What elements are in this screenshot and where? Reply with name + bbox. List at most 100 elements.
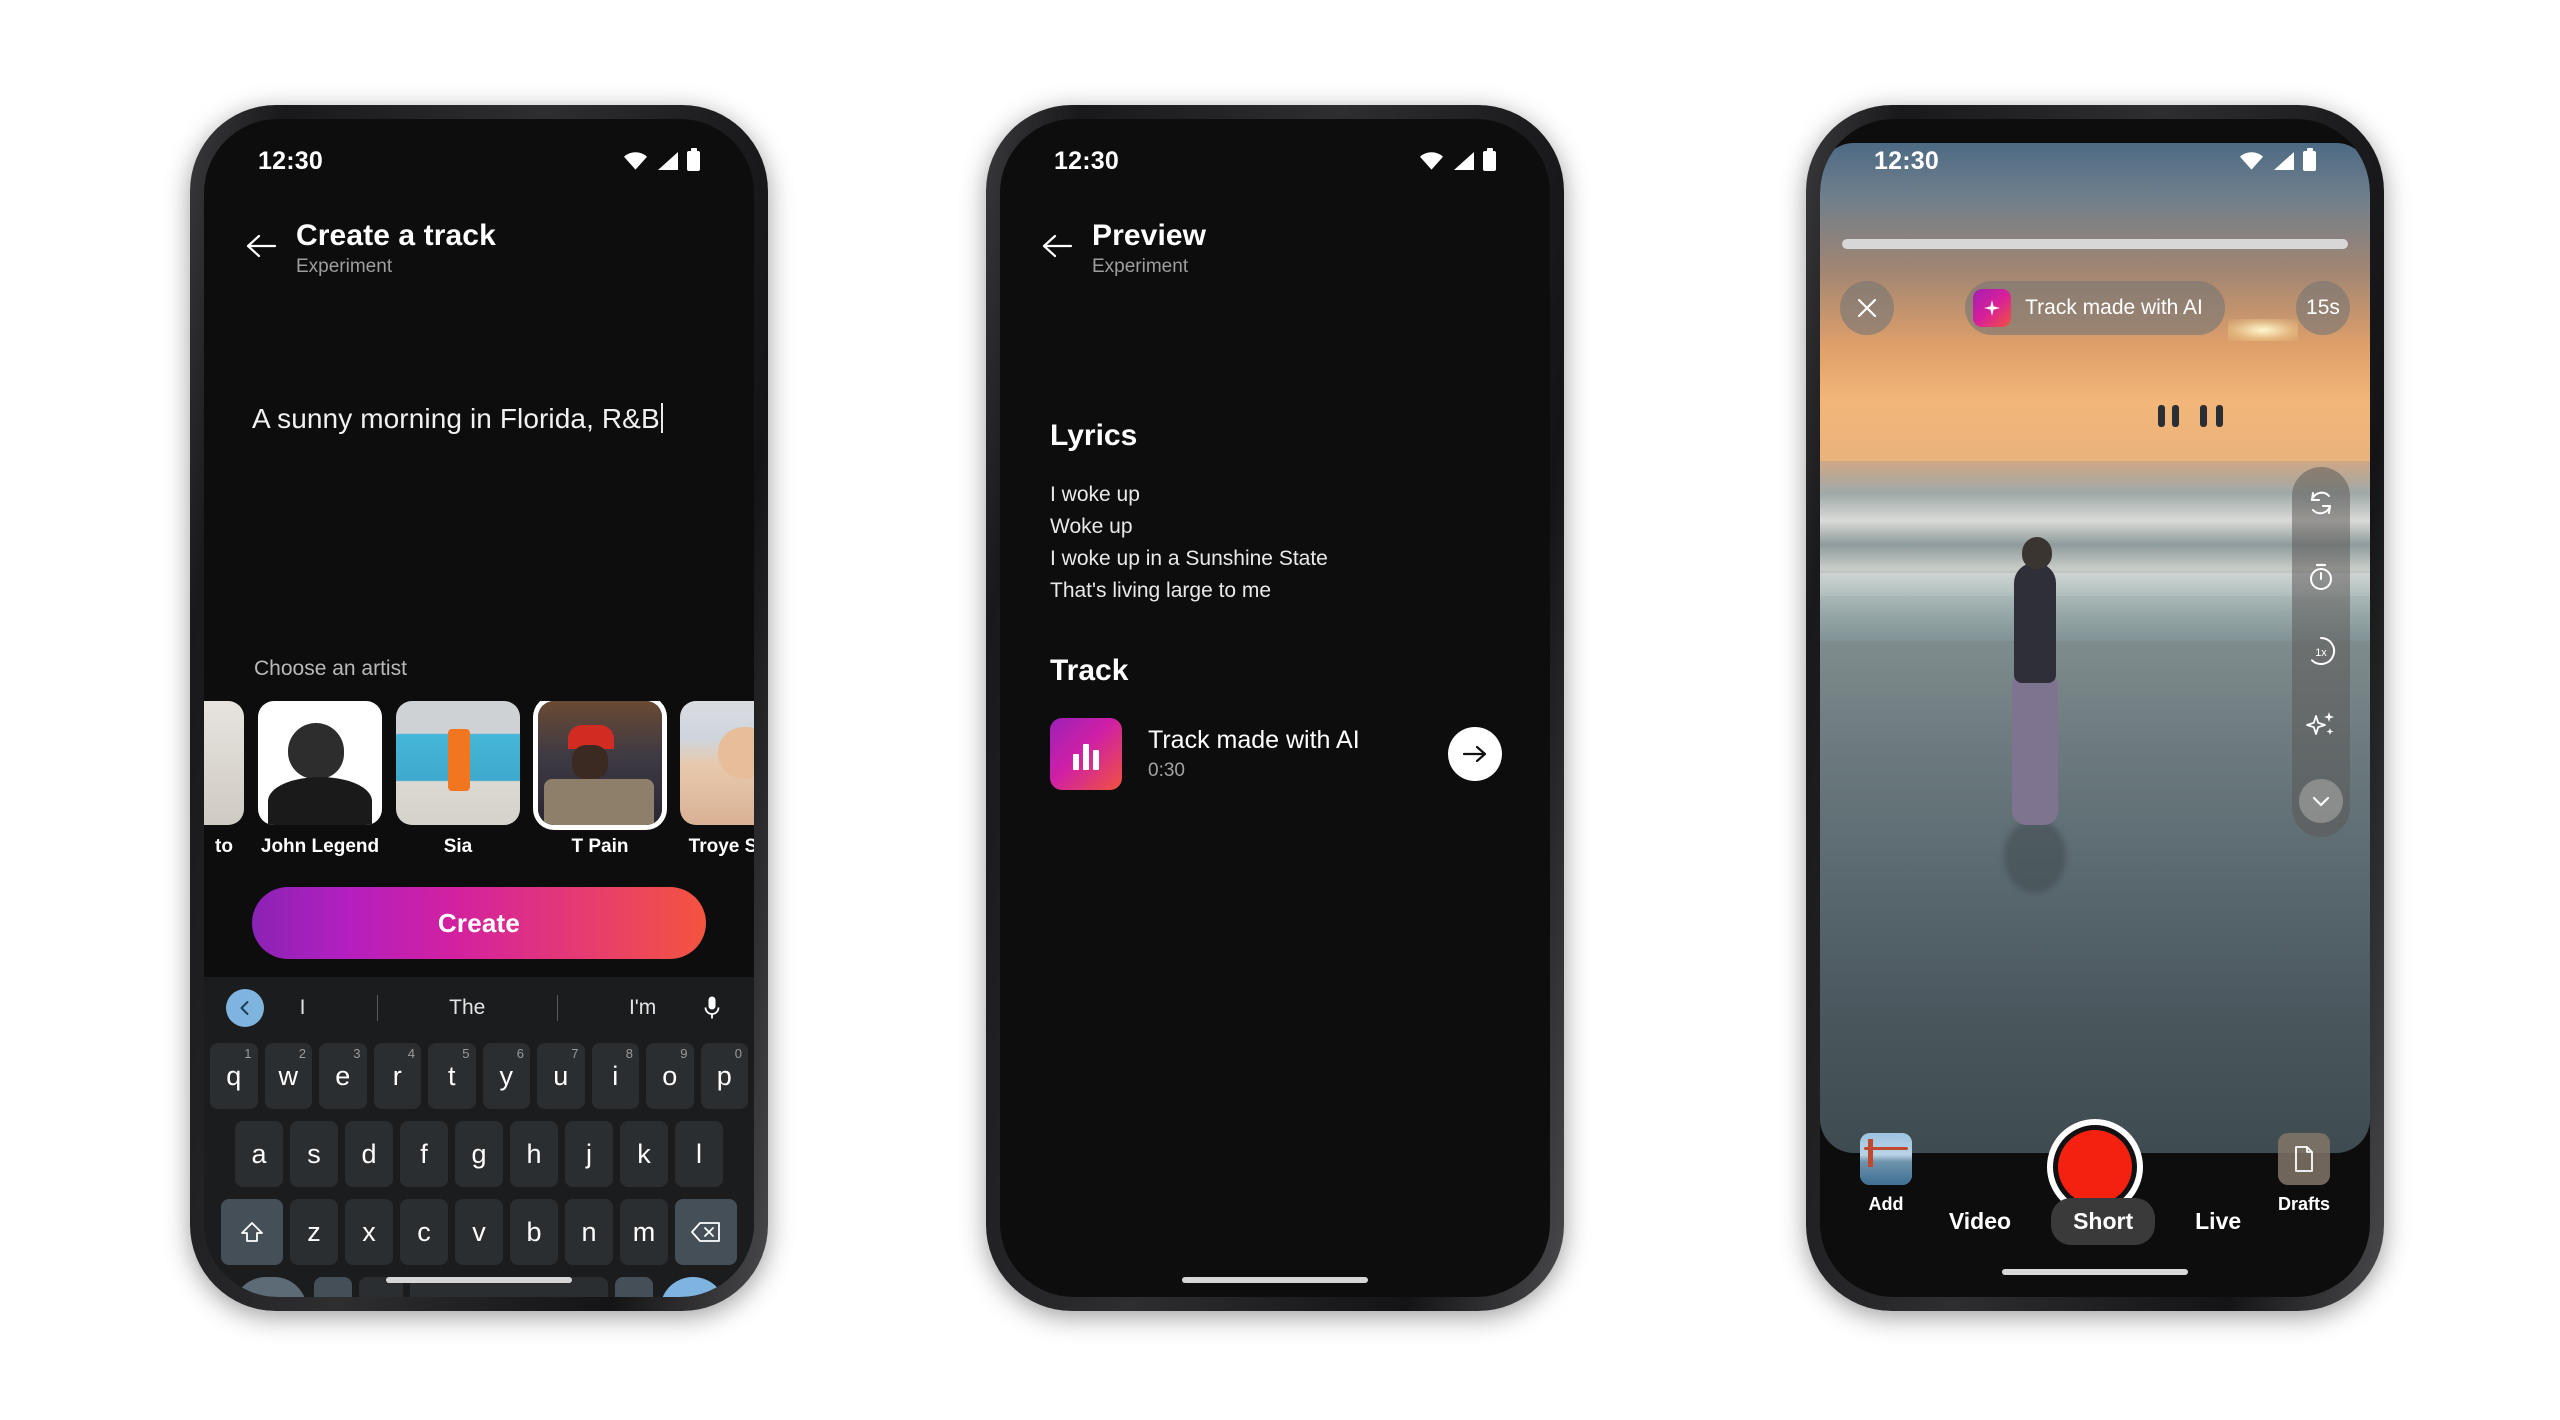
key-k[interactable]: k xyxy=(620,1121,668,1187)
key-f[interactable]: f xyxy=(400,1121,448,1187)
key-h[interactable]: h xyxy=(510,1121,558,1187)
artist-card-troye-sivan[interactable]: Troye Sivan xyxy=(680,701,754,858)
music-selector-button[interactable]: Track made with AI xyxy=(1965,281,2225,335)
signal-icon xyxy=(658,152,678,170)
key-d[interactable]: d xyxy=(345,1121,393,1187)
key-a[interactable]: a xyxy=(235,1121,283,1187)
suggestions: I The I'm xyxy=(264,995,692,1021)
period-key[interactable]: . xyxy=(614,1277,653,1297)
drafts-thumbnail xyxy=(2278,1133,2330,1185)
key-l[interactable]: l xyxy=(675,1121,723,1187)
microphone-button[interactable] xyxy=(692,995,732,1021)
prompt-input[interactable]: A sunny morning in Florida, R&B xyxy=(252,400,714,438)
home-indicator xyxy=(1182,1277,1368,1283)
suggestion-divider xyxy=(376,995,378,1021)
back-button[interactable] xyxy=(1034,223,1080,269)
collapse-tools-button[interactable] xyxy=(2299,779,2343,823)
key-i[interactable]: 8i xyxy=(591,1043,639,1109)
duration-label: 15s xyxy=(2306,296,2340,319)
background-person xyxy=(2158,405,2165,427)
track-heading: Track xyxy=(1050,654,1129,687)
create-button[interactable]: Create xyxy=(252,887,706,959)
artist-name: John Legend xyxy=(260,836,380,857)
symbols-key[interactable]: ?123 xyxy=(232,1277,307,1297)
key-n[interactable]: n xyxy=(565,1199,613,1265)
music-artwork xyxy=(1973,289,2012,327)
key-number: 1 xyxy=(244,1046,252,1061)
track-section: Track Track made with AI 0:30 xyxy=(1050,654,1502,790)
artist-card-sia[interactable]: Sia xyxy=(396,701,520,858)
shift-key[interactable] xyxy=(221,1199,283,1265)
speed-button[interactable]: 1x xyxy=(2301,631,2341,671)
enter-key[interactable] xyxy=(659,1277,726,1297)
key-b[interactable]: b xyxy=(510,1199,558,1265)
artist-card-john-legend[interactable]: John Legend xyxy=(258,701,382,858)
phone2-header: Preview Experiment xyxy=(1000,219,1550,278)
suggestion-expand-button[interactable] xyxy=(226,989,264,1027)
timer-button[interactable] xyxy=(2301,557,2341,597)
key-e[interactable]: 3e xyxy=(319,1043,367,1109)
key-o[interactable]: 9o xyxy=(646,1043,694,1109)
artist-name: Troye Sivan xyxy=(688,836,754,857)
keyboard-row-2: a s d f g h j k l xyxy=(210,1121,748,1187)
mode-short[interactable]: Short xyxy=(2051,1198,2156,1245)
effects-button[interactable] xyxy=(2301,705,2341,745)
lyric-line: That's living large to me xyxy=(1050,579,1272,603)
virtual-keyboard[interactable]: I The I'm 1 q 2 w 3 e 4 r 5 t 6 y 7 u 8 … xyxy=(204,977,754,1297)
suggestion-item[interactable]: I'm xyxy=(629,996,656,1020)
key-number: 9 xyxy=(680,1046,688,1061)
key-label: u xyxy=(553,1060,569,1091)
suggestion-divider xyxy=(556,995,558,1021)
artist-thumbnail xyxy=(680,701,754,825)
comma-key[interactable]: , xyxy=(313,1277,352,1297)
phone2-header-texts: Preview Experiment xyxy=(1092,219,1206,278)
key-t[interactable]: 5t xyxy=(428,1043,476,1109)
backspace-key[interactable] xyxy=(675,1199,737,1265)
artist-card-t-pain[interactable]: T Pain xyxy=(538,701,662,858)
mode-video[interactable]: Video xyxy=(1927,1198,2033,1245)
key-c[interactable]: c xyxy=(400,1199,448,1265)
phone-preview: 12:30 Preview Experiment Lyrics I woke u… xyxy=(986,105,1564,1311)
phone-camera-shorts: 12:30 Track made with AI 15s 1x Add Draf… xyxy=(1806,105,2384,1311)
artist-carousel[interactable]: to John Legend Sia T Pain Troye S xyxy=(204,701,754,881)
phone2-screen: 12:30 Preview Experiment Lyrics I woke u… xyxy=(1000,119,1550,1297)
key-x[interactable]: x xyxy=(345,1199,393,1265)
page-subtitle: Experiment xyxy=(296,255,393,277)
artist-card-partial[interactable]: to xyxy=(204,701,244,858)
flip-camera-button[interactable] xyxy=(2301,483,2341,523)
artist-name: to xyxy=(215,836,233,857)
artist-thumbnail xyxy=(538,701,662,825)
artist-thumbnail xyxy=(396,701,520,825)
key-r[interactable]: 4r xyxy=(373,1043,421,1109)
key-p[interactable]: 0p xyxy=(700,1043,748,1109)
key-m[interactable]: m xyxy=(620,1199,668,1265)
document-icon xyxy=(2295,1146,2313,1172)
keyboard-row-3: z x c v b n m xyxy=(210,1199,748,1265)
recording-progress-bar xyxy=(1842,239,2348,249)
mode-live[interactable]: Live xyxy=(2173,1198,2263,1245)
key-s[interactable]: s xyxy=(290,1121,338,1187)
key-j[interactable]: j xyxy=(565,1121,613,1187)
key-label: p xyxy=(716,1060,732,1091)
status-icon-group xyxy=(1420,148,1496,171)
key-g[interactable]: g xyxy=(455,1121,503,1187)
track-row[interactable]: Track made with AI 0:30 xyxy=(1050,718,1502,790)
key-number: 6 xyxy=(516,1046,524,1061)
suggestion-item[interactable]: I xyxy=(300,996,306,1020)
chevron-left-icon xyxy=(240,1001,249,1015)
status-bar: 12:30 xyxy=(204,119,754,203)
text-caret xyxy=(660,403,663,433)
key-w[interactable]: 2w xyxy=(264,1043,312,1109)
key-y[interactable]: 6y xyxy=(482,1043,530,1109)
key-z[interactable]: z xyxy=(290,1199,338,1265)
suggestion-item[interactable]: The xyxy=(449,996,485,1020)
key-q[interactable]: 1q xyxy=(210,1043,258,1109)
key-u[interactable]: 7u xyxy=(537,1043,585,1109)
close-button[interactable] xyxy=(1840,281,1894,335)
artist-thumbnail xyxy=(204,701,244,825)
home-indicator xyxy=(386,1277,572,1283)
duration-button[interactable]: 15s xyxy=(2295,281,2350,335)
track-next-button[interactable] xyxy=(1448,727,1502,781)
back-button[interactable] xyxy=(238,223,284,269)
key-v[interactable]: v xyxy=(455,1199,503,1265)
